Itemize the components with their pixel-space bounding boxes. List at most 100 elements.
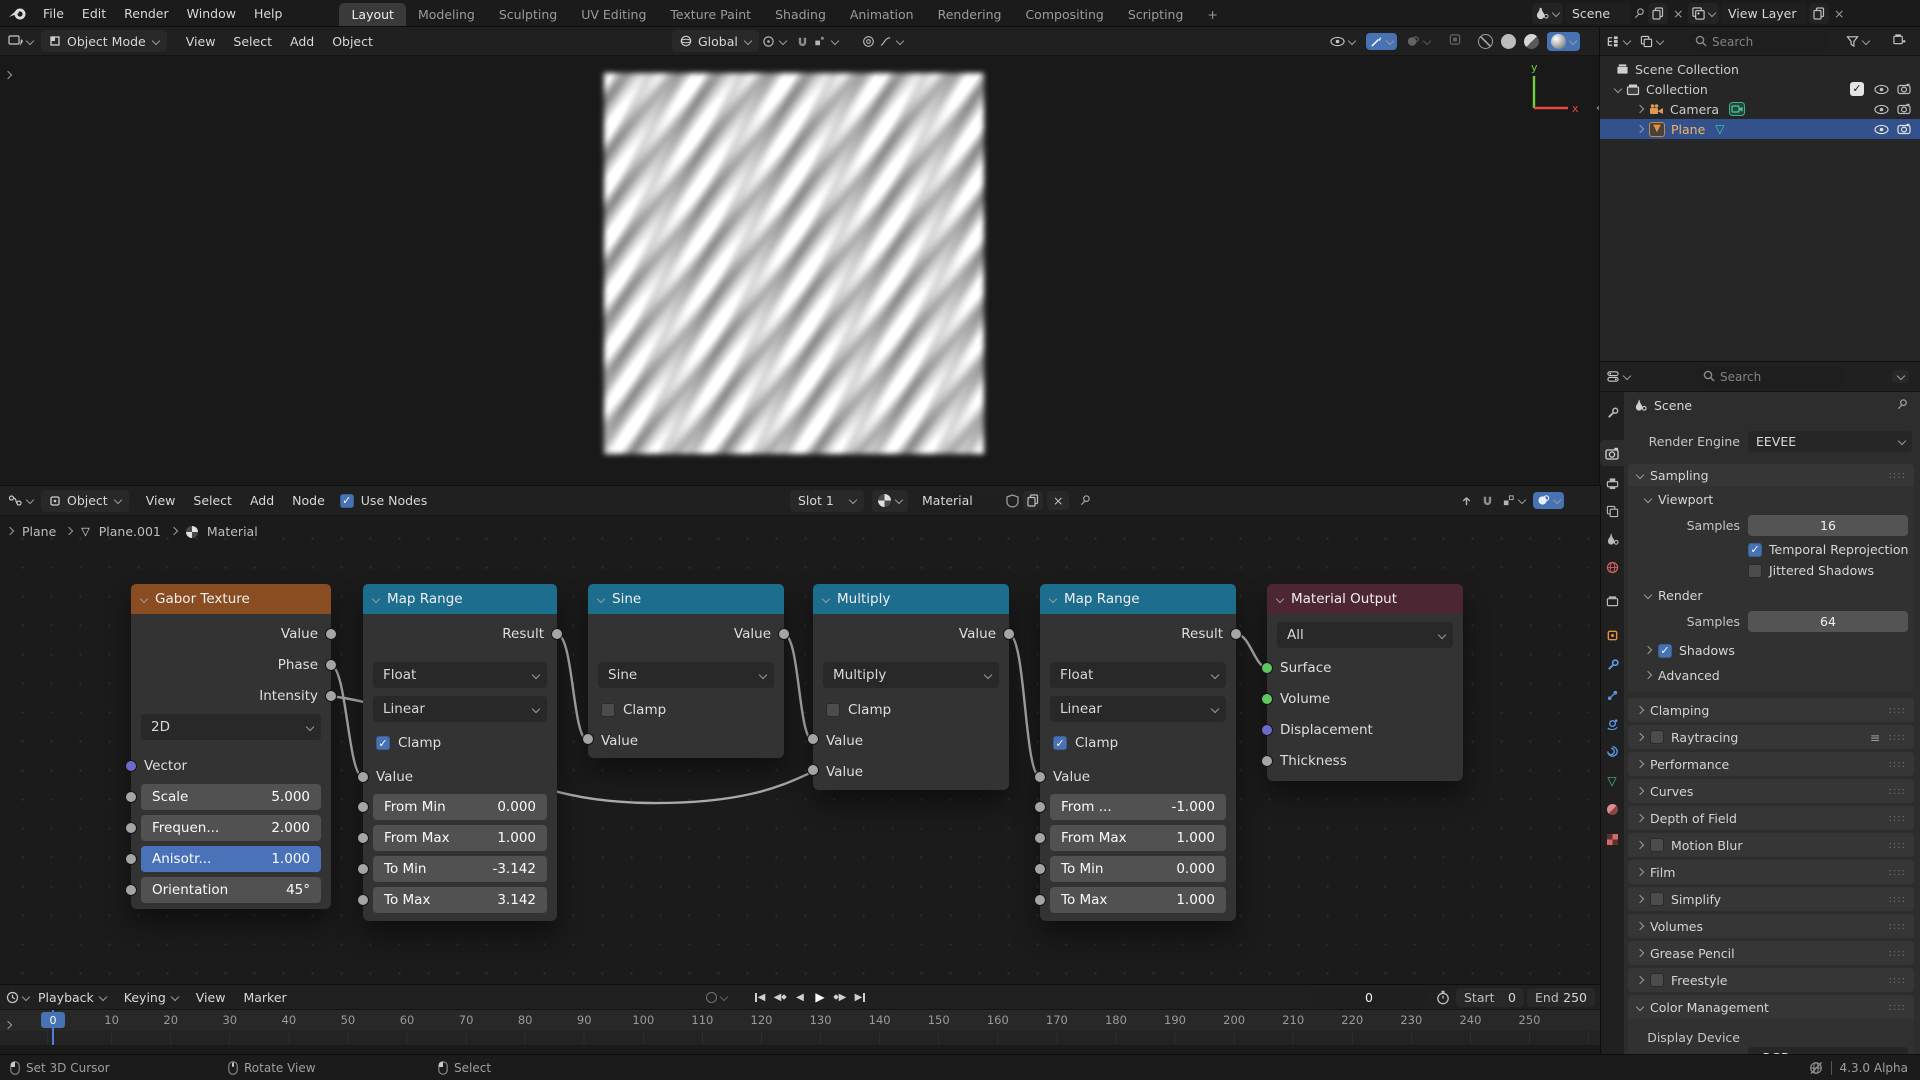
socket-value-output[interactable] bbox=[1003, 628, 1015, 640]
properties-search[interactable] bbox=[1696, 366, 1846, 387]
tab-particles[interactable] bbox=[1600, 682, 1624, 708]
node-sine[interactable]: Sine Value Sine Clamp Value bbox=[588, 584, 784, 758]
view-layer-name[interactable]: View Layer bbox=[1721, 3, 1807, 24]
expand-icon[interactable] bbox=[1636, 126, 1643, 133]
node-material-output[interactable]: Material Output All Surface Volume Displ… bbox=[1267, 584, 1463, 781]
render-samples-field[interactable]: 64 bbox=[1748, 611, 1908, 632]
collapse-icon[interactable] bbox=[1049, 596, 1056, 603]
outliner-search[interactable] bbox=[1688, 31, 1830, 52]
data-type-dropdown[interactable]: Float bbox=[1050, 662, 1226, 688]
mode-dropdown[interactable]: Object Mode bbox=[41, 30, 167, 52]
menu-item[interactable]: Select bbox=[224, 34, 281, 49]
subpanel-advanced[interactable]: Advanced bbox=[1644, 668, 1720, 683]
socket-value-output[interactable] bbox=[325, 628, 337, 640]
checkbox-unchecked[interactable] bbox=[1650, 973, 1664, 987]
outliner-row-collection[interactable]: Collection ✓ bbox=[1600, 79, 1920, 99]
material-browse-button[interactable] bbox=[872, 490, 908, 512]
from-min-slider[interactable]: From ...-1.000 bbox=[1050, 794, 1226, 820]
stopwatch-icon[interactable] bbox=[1436, 990, 1450, 1005]
shader-editor[interactable]: Object ViewSelectAddNode ✓Use Nodes Slot… bbox=[0, 486, 1600, 985]
tab-scene[interactable] bbox=[1600, 526, 1624, 552]
play-reverse-button[interactable]: ◀ bbox=[790, 988, 810, 1006]
material-slot-dropdown[interactable]: Slot 1 bbox=[790, 490, 864, 512]
workspace-tab[interactable]: UV Editing bbox=[569, 3, 658, 27]
socket-orientation-input[interactable] bbox=[125, 884, 137, 896]
clamp-toggle[interactable]: Clamp bbox=[588, 696, 784, 724]
socket-intensity-output[interactable] bbox=[325, 690, 337, 702]
workspace-tab[interactable]: Animation bbox=[838, 3, 926, 27]
drag-handle-icon[interactable]: :::: bbox=[1889, 867, 1906, 878]
breadcrumb-expand-icon[interactable] bbox=[6, 528, 13, 535]
presets-icon[interactable]: ≡ bbox=[1870, 730, 1880, 745]
drag-handle-icon[interactable]: :::: bbox=[1889, 732, 1906, 743]
overlays-toggle[interactable] bbox=[1533, 492, 1564, 509]
pin-icon[interactable] bbox=[1896, 398, 1909, 411]
menu-item[interactable]: Object bbox=[323, 34, 382, 49]
socket-displacement-input[interactable] bbox=[1261, 724, 1273, 736]
drag-handle-icon[interactable]: :::: bbox=[1889, 705, 1906, 716]
socket-value-input[interactable] bbox=[357, 771, 369, 783]
search-input[interactable] bbox=[1696, 366, 1846, 387]
hide-eye-toggle[interactable] bbox=[1874, 104, 1889, 115]
drag-handle-icon[interactable]: :::: bbox=[1889, 975, 1906, 986]
node-map-range-1[interactable]: Map Range Result Float Linear ✓Clamp Val… bbox=[363, 584, 557, 921]
outliner-row-scene-collection[interactable]: Scene Collection bbox=[1600, 59, 1920, 79]
drag-handle-icon[interactable]: :::: bbox=[1889, 759, 1906, 770]
subpanel-shadows[interactable]: ✓Shadows bbox=[1644, 643, 1735, 658]
pin-icon[interactable] bbox=[1633, 7, 1646, 20]
remove-view-layer-button[interactable]: × bbox=[1831, 6, 1847, 21]
node-header[interactable]: Gabor Texture bbox=[131, 584, 331, 614]
socket-value-input[interactable] bbox=[582, 733, 594, 745]
subpanel-render[interactable]: Render bbox=[1644, 588, 1703, 603]
node-header[interactable]: Map Range bbox=[1040, 584, 1236, 614]
tab-render[interactable] bbox=[1600, 440, 1624, 466]
menu-item[interactable]: View bbox=[137, 493, 185, 508]
collapse-icon[interactable] bbox=[1276, 596, 1283, 603]
outliner-row-camera[interactable]: Camera bbox=[1600, 99, 1920, 119]
expand-icon[interactable] bbox=[1636, 106, 1643, 113]
socket-from-max-input[interactable] bbox=[357, 832, 369, 844]
operation-dropdown[interactable]: Sine bbox=[598, 662, 774, 688]
interpolation-dropdown[interactable]: Linear bbox=[1050, 696, 1226, 722]
timeline[interactable]: Playback Keying View Marker ◀ ◀ ◀ ▶ ▶ ▶ … bbox=[0, 985, 1600, 1055]
socket-value-input[interactable] bbox=[1034, 771, 1046, 783]
view-menu[interactable]: View bbox=[187, 990, 235, 1005]
to-min-slider[interactable]: To Min0.000 bbox=[1050, 856, 1226, 882]
node-header[interactable]: Sine bbox=[588, 584, 784, 614]
drag-handle-icon[interactable]: :::: bbox=[1889, 840, 1906, 851]
tab-physics[interactable] bbox=[1600, 710, 1624, 736]
menu-item[interactable]: Edit bbox=[73, 6, 115, 21]
expand-icon[interactable] bbox=[1614, 86, 1621, 93]
panel-freestyle[interactable]: Freestyle:::: bbox=[1628, 968, 1914, 992]
drag-handle-icon[interactable]: :::: bbox=[1889, 813, 1906, 824]
tab-collection[interactable] bbox=[1600, 588, 1624, 614]
checkbox-unchecked[interactable] bbox=[1650, 730, 1664, 744]
checkbox-unchecked[interactable] bbox=[1650, 892, 1664, 906]
editor-type-button[interactable] bbox=[8, 34, 33, 48]
editor-type-button[interactable] bbox=[1606, 370, 1630, 383]
socket-value-output[interactable] bbox=[778, 628, 790, 640]
menu-item[interactable]: Window bbox=[178, 6, 245, 21]
panel-motion-blur[interactable]: Motion Blur:::: bbox=[1628, 833, 1914, 857]
socket-frequency-input[interactable] bbox=[125, 822, 137, 834]
tab-constraints[interactable] bbox=[1600, 738, 1624, 764]
render-engine-dropdown[interactable]: EEVEE bbox=[1748, 431, 1912, 452]
render-visibility-toggle[interactable] bbox=[1897, 123, 1911, 135]
tab-world[interactable] bbox=[1600, 554, 1624, 580]
marker-menu[interactable]: Marker bbox=[234, 990, 295, 1005]
socket-to-max-input[interactable] bbox=[357, 894, 369, 906]
render-visibility-toggle[interactable] bbox=[1897, 83, 1911, 95]
render-visibility-toggle[interactable] bbox=[1897, 103, 1911, 115]
socket-from-max-input[interactable] bbox=[1034, 832, 1046, 844]
socket-to-min-input[interactable] bbox=[357, 863, 369, 875]
new-scene-button[interactable] bbox=[1648, 3, 1668, 24]
jump-to-start-button[interactable]: ◀ bbox=[750, 988, 770, 1006]
socket-to-max-input[interactable] bbox=[1034, 894, 1046, 906]
subpanel-viewport[interactable]: Viewport bbox=[1644, 492, 1713, 507]
workspace-tab[interactable]: Texture Paint bbox=[658, 3, 763, 27]
camera-data-icon[interactable] bbox=[1729, 102, 1745, 116]
hide-eye-toggle[interactable] bbox=[1874, 124, 1889, 135]
socket-scale-input[interactable] bbox=[125, 791, 137, 803]
new-view-layer-button[interactable] bbox=[1809, 3, 1829, 24]
filter-dropdown[interactable] bbox=[1846, 35, 1869, 48]
